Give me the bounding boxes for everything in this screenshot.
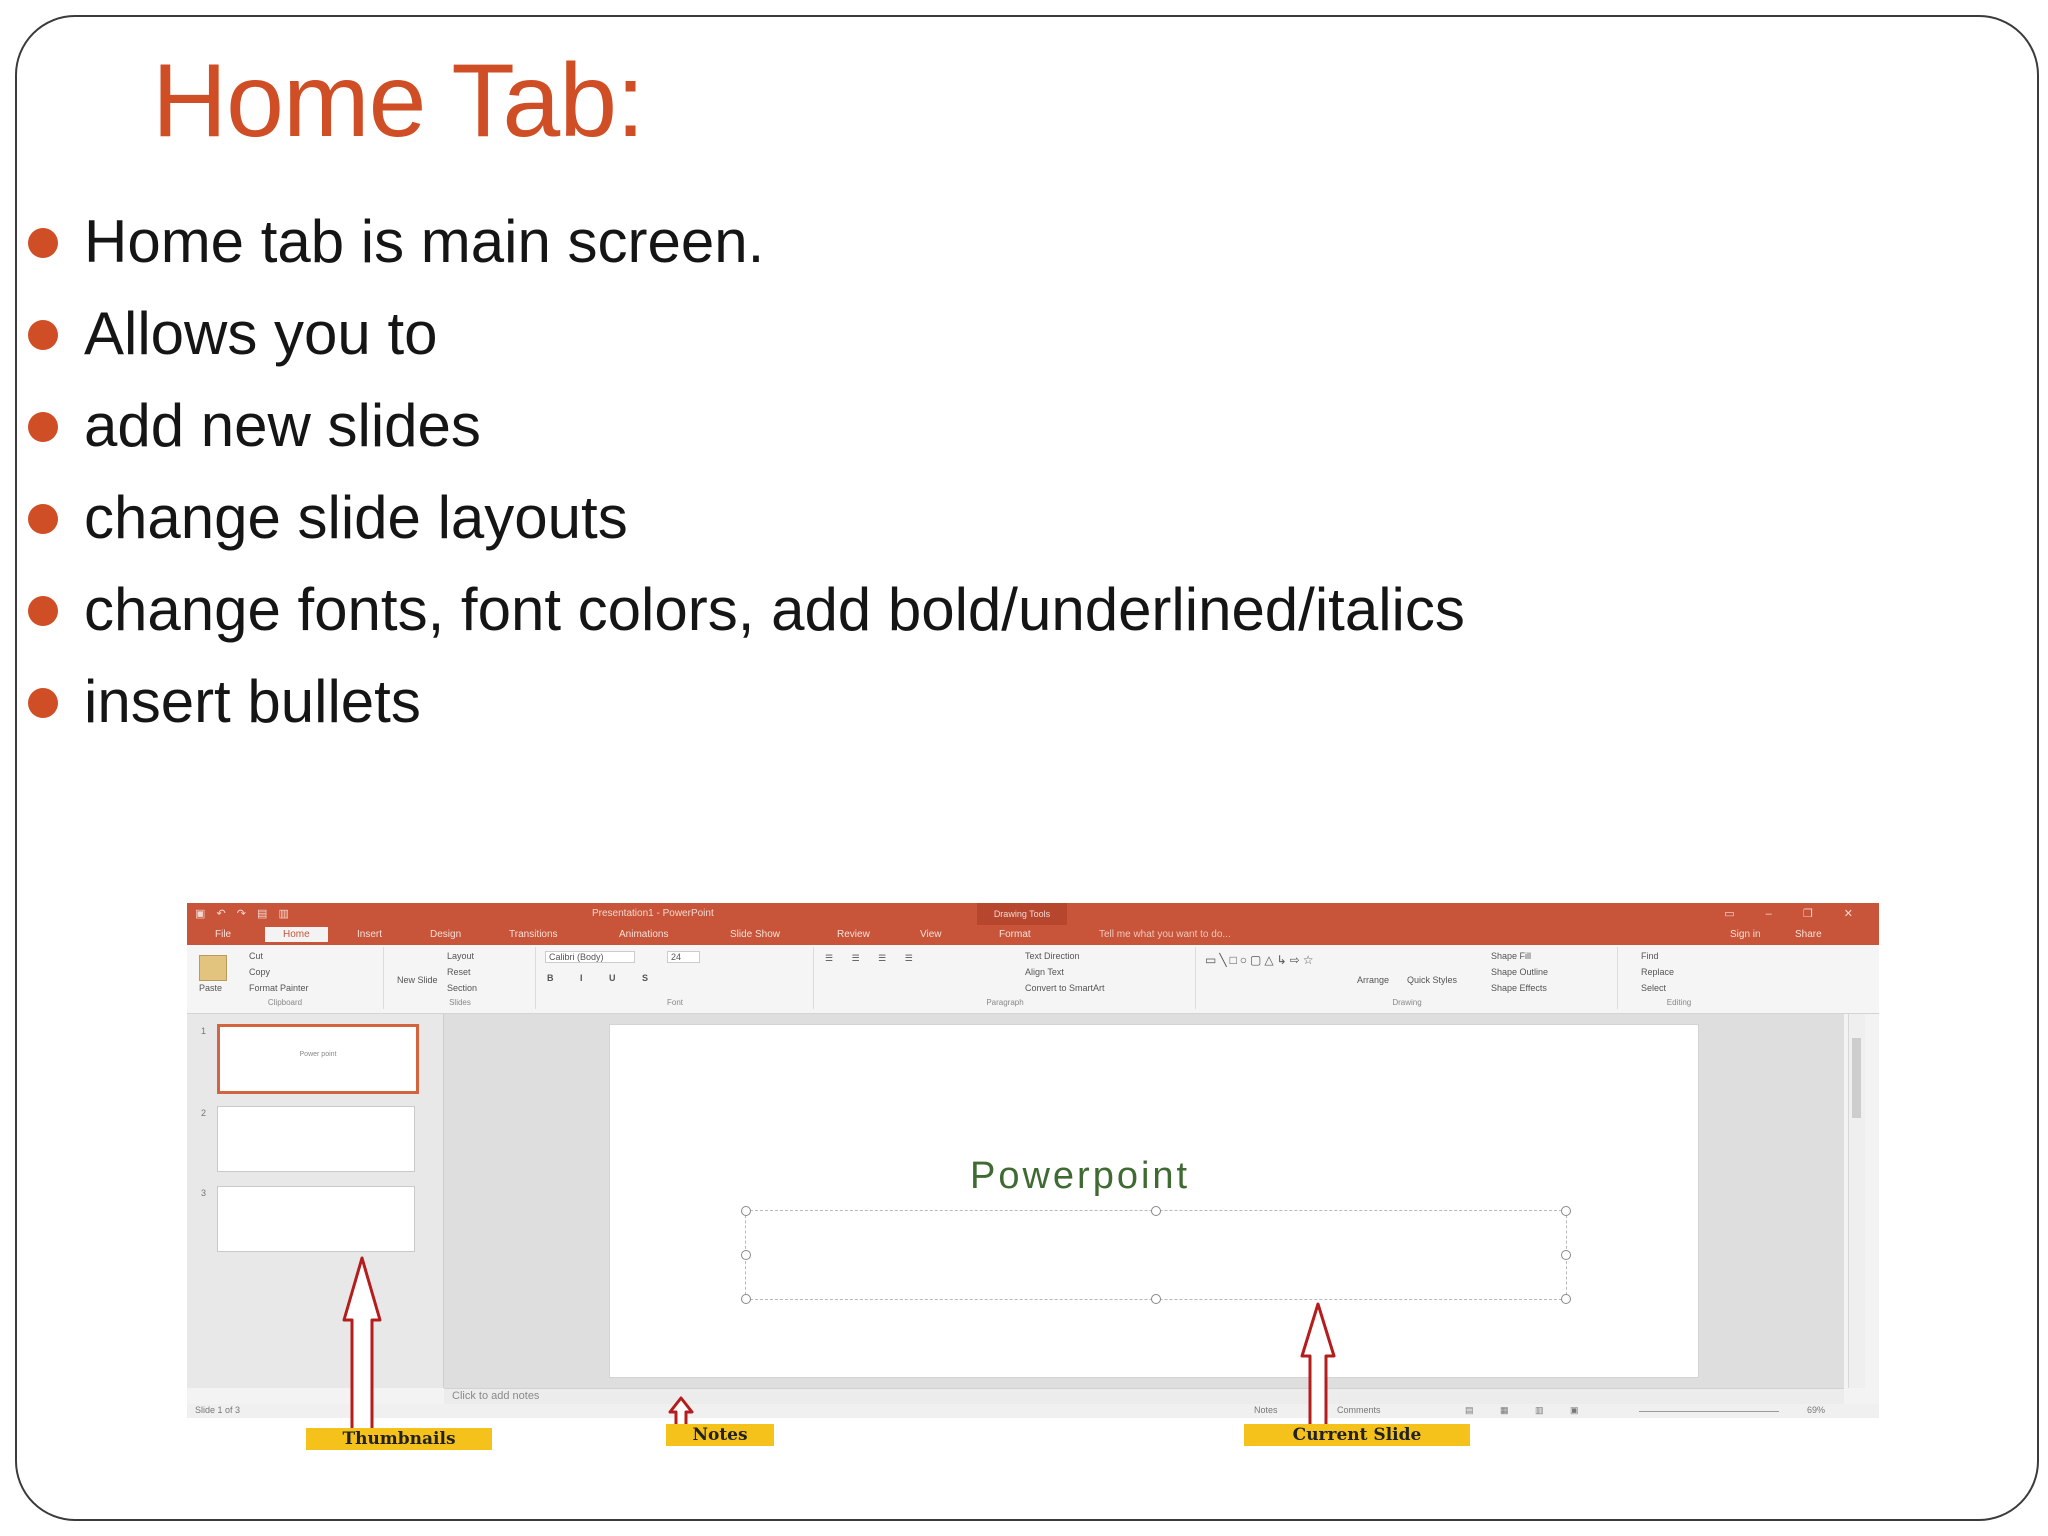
callout-arrows (342, 1256, 1336, 1432)
current-slide-callout: Current Slide (1244, 1424, 1470, 1446)
thumbnails-arrow (342, 1256, 382, 1432)
thumbnails-callout: Thumbnails (306, 1428, 492, 1450)
current-slide-arrow (1300, 1302, 1336, 1432)
notes-callout: Notes (666, 1424, 774, 1446)
